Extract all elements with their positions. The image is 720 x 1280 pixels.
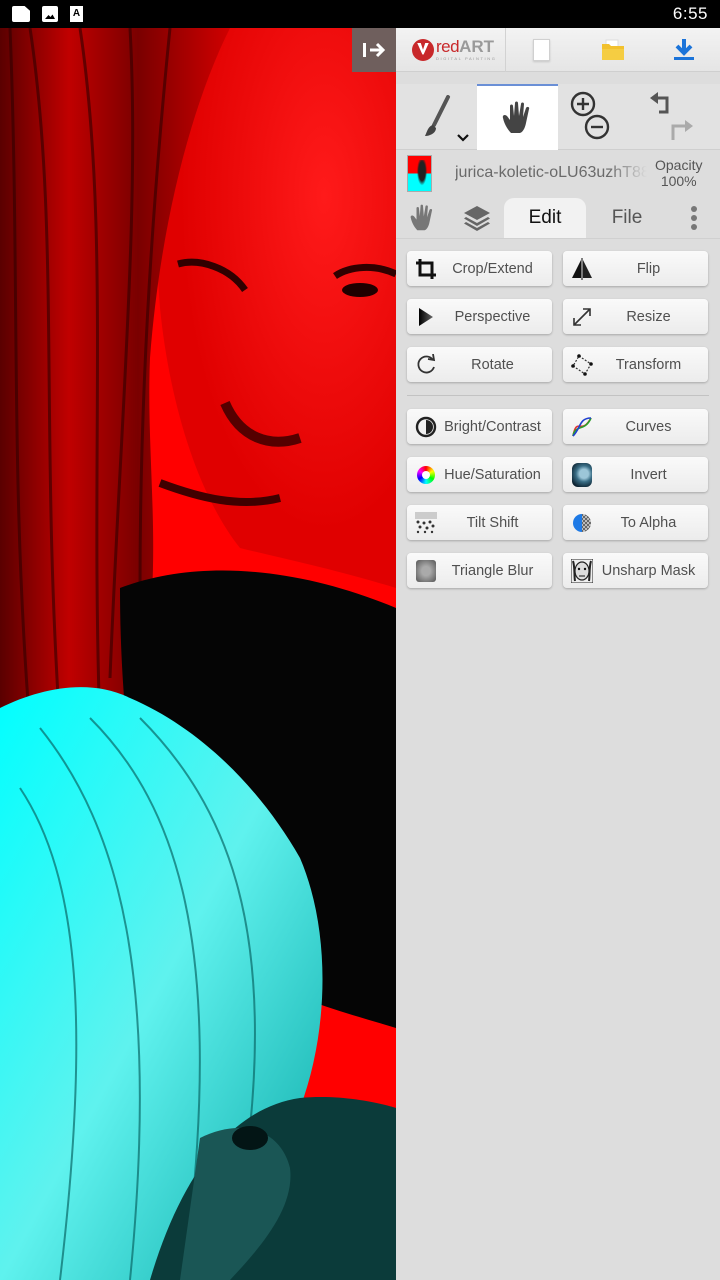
tool-row <box>396 84 720 150</box>
redo-icon[interactable] <box>669 116 695 142</box>
opacity-value: 100% <box>660 173 697 189</box>
button-label: Flip <box>636 260 661 277</box>
logo-mark-icon <box>412 38 434 61</box>
button-label: Invert <box>630 466 667 483</box>
layer-thumbnail[interactable] <box>407 154 432 192</box>
clock: 6:55 <box>672 4 708 23</box>
logo-art-text: ART <box>459 37 495 56</box>
collapse-panel-arrow-icon <box>363 42 386 58</box>
to-alpha-icon <box>573 513 591 532</box>
triangle-blur-button[interactable]: Triangle Blur <box>407 553 552 588</box>
collapse-panel-button[interactable] <box>352 28 396 72</box>
button-label: Crop/Extend <box>452 260 533 277</box>
logo-red-text: red <box>436 37 460 56</box>
layer-name[interactable]: jurica-koletic-oLU63uzhT88-unsplash <box>455 164 647 182</box>
curves-button[interactable]: Curves <box>563 409 708 444</box>
chevron-down-icon[interactable] <box>457 134 469 142</box>
invert-button[interactable]: Invert <box>563 457 708 492</box>
status-bar: A 6:55 <box>0 0 720 28</box>
top-toolbar: redART DIGITAL PAINTING <box>396 27 720 72</box>
notification-icons: A <box>12 6 83 22</box>
logo-subtitle: DIGITAL PAINTING <box>436 56 497 61</box>
button-label: Curves <box>625 418 672 435</box>
button-label: Triangle Blur <box>451 562 534 579</box>
button-label: Hue/Saturation <box>444 466 541 483</box>
tab-edit[interactable]: Edit <box>504 198 586 238</box>
unsharp-mask-icon <box>571 558 593 583</box>
tilt-shift-button[interactable]: Tilt Shift <box>407 505 552 540</box>
flip-icon <box>572 257 592 280</box>
button-label: Perspective <box>454 308 531 325</box>
transform-button[interactable]: Transform <box>563 347 708 382</box>
button-label: Rotate <box>471 356 514 373</box>
hand-icon <box>502 101 529 133</box>
rotate-icon <box>417 353 436 373</box>
flip-button[interactable]: Flip <box>563 251 708 286</box>
bright-contrast-button[interactable]: Bright/Contrast <box>407 409 552 444</box>
opacity-label: Opacity <box>655 157 703 173</box>
section-divider <box>407 395 709 396</box>
tab-file[interactable]: File <box>586 198 668 238</box>
transform-buttons: Crop/Extend Flip Perspective Resize Rota… <box>407 251 709 382</box>
new-document-icon <box>533 38 551 61</box>
button-label: Bright/Contrast <box>444 418 541 435</box>
hand-tool[interactable] <box>477 84 558 150</box>
side-panel: redART DIGITAL PAINTING jurica-koletic-o… <box>396 27 720 1280</box>
download-button[interactable] <box>662 28 706 72</box>
hue-saturation-button[interactable]: Hue/Saturation <box>407 457 552 492</box>
button-label: Unsharp Mask <box>601 562 696 579</box>
panel-tabs: Edit File <box>396 196 720 238</box>
open-file-button[interactable] <box>591 28 635 72</box>
crop-icon <box>416 258 436 279</box>
tab-layers[interactable] <box>450 198 504 238</box>
tilt-shift-icon <box>415 511 437 533</box>
curves-icon <box>572 416 592 437</box>
zoom-tools <box>558 84 639 150</box>
file-icon <box>12 6 30 22</box>
layers-icon <box>464 206 490 231</box>
brush-tool[interactable] <box>396 84 477 150</box>
undo-icon[interactable] <box>649 92 675 118</box>
brush-icon <box>424 95 450 136</box>
image-icon <box>42 6 58 22</box>
layer-opacity[interactable]: Opacity 100% <box>655 157 702 189</box>
open-folder-icon <box>601 39 624 60</box>
crop-extend-button[interactable]: Crop/Extend <box>407 251 552 286</box>
more-options-button[interactable] <box>668 198 720 238</box>
transform-icon <box>571 353 593 376</box>
download-icon <box>674 38 695 60</box>
unsharp-mask-button[interactable]: Unsharp Mask <box>563 553 708 588</box>
button-label: Tilt Shift <box>466 514 519 531</box>
button-label: Transform <box>615 356 682 373</box>
perspective-button[interactable]: Perspective <box>407 299 552 334</box>
resize-button[interactable]: Resize <box>563 299 708 334</box>
perspective-icon <box>419 307 433 326</box>
hue-wheel-icon <box>417 465 435 484</box>
filter-buttons: Bright/Contrast Curves Hue/Saturation In… <box>407 409 709 588</box>
font-a-icon: A <box>70 6 83 22</box>
tab-pan[interactable] <box>396 198 450 238</box>
image-canvas[interactable] <box>0 28 396 1280</box>
button-label: To Alpha <box>620 514 677 531</box>
layer-row: jurica-koletic-oLU63uzhT88-unsplash Opac… <box>396 150 720 196</box>
button-label: Resize <box>626 308 671 325</box>
triangle-blur-icon <box>416 559 436 582</box>
more-vertical-icon <box>691 206 697 230</box>
new-document-button[interactable] <box>520 28 564 72</box>
app-logo: redART DIGITAL PAINTING <box>396 27 506 72</box>
edit-panel: Crop/Extend Flip Perspective Resize Rota… <box>396 238 720 588</box>
history-tools <box>639 84 720 150</box>
contrast-icon <box>415 416 437 437</box>
hand-icon <box>410 204 433 231</box>
photo-image <box>0 28 396 1280</box>
invert-face-icon <box>572 462 592 487</box>
zoom-out-icon[interactable] <box>582 112 612 142</box>
to-alpha-button[interactable]: To Alpha <box>563 505 708 540</box>
rotate-button[interactable]: Rotate <box>407 347 552 382</box>
resize-icon <box>573 307 591 326</box>
